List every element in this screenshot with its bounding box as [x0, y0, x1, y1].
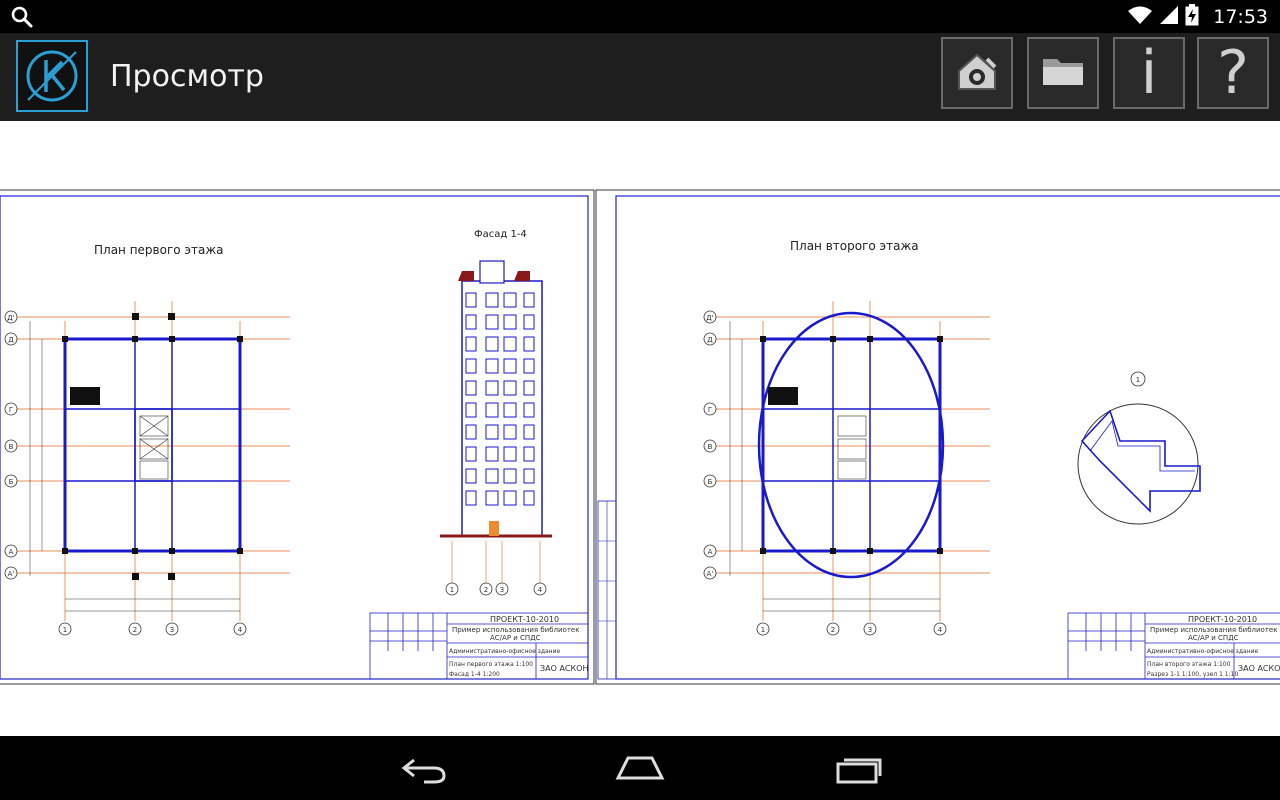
wifi-icon: [1127, 5, 1153, 29]
svg-text:Пример использования библиотек: Пример использования библиотек: [452, 626, 579, 634]
svg-text:Административно-офисное здание: Административно-офисное здание: [1147, 648, 1258, 655]
svg-text:2: 2: [831, 626, 835, 634]
svg-text:Пример использования библиотек: Пример использования библиотек: [1150, 626, 1277, 634]
svg-text:4: 4: [938, 626, 943, 634]
navigation-bar: [0, 736, 1280, 800]
svg-text:1: 1: [761, 626, 765, 634]
svg-text:Д: Д: [8, 336, 14, 344]
drawing-viewport[interactable]: План первого этажа 1 2 3 4 Д' Д Г В Б А …: [0, 121, 1280, 736]
svg-text:2: 2: [133, 626, 137, 634]
svg-text:Фасад 1-4 1:200: Фасад 1-4 1:200: [449, 671, 500, 678]
svg-text:ПРОЕКТ-10-2010: ПРОЕКТ-10-2010: [1188, 615, 1257, 624]
info-button[interactable]: i: [1113, 37, 1185, 109]
svg-text:3: 3: [170, 626, 174, 634]
signal-icon: [1159, 5, 1179, 29]
svg-text:ПРОЕКТ-10-2010: ПРОЕКТ-10-2010: [490, 615, 559, 624]
svg-text:Г: Г: [9, 406, 13, 414]
svg-text:1: 1: [450, 586, 454, 594]
svg-text:Г: Г: [708, 406, 712, 414]
plan-2-title: План второго этажа: [790, 239, 919, 253]
svg-text:3: 3: [500, 586, 504, 594]
svg-text:Д': Д': [706, 314, 713, 322]
svg-text:В: В: [708, 443, 713, 451]
svg-text:Д': Д': [7, 314, 14, 322]
svg-text:АС/АР и СПДС: АС/АР и СПДС: [1188, 634, 1239, 642]
svg-text:1: 1: [63, 626, 67, 634]
cad-drawing[interactable]: План первого этажа 1 2 3 4 Д'Д ГВ БА А' …: [0, 121, 1280, 736]
open-file-button[interactable]: [1027, 37, 1099, 109]
action-bar: Просмотр i ?: [0, 33, 1280, 121]
search-icon[interactable]: [10, 5, 34, 33]
svg-text:4: 4: [538, 586, 543, 594]
svg-text:А': А': [707, 570, 714, 578]
svg-text:Д: Д: [707, 336, 713, 344]
svg-text:Административно-офисное здание: Административно-офисное здание: [449, 648, 560, 655]
battery-charging-icon: [1185, 4, 1199, 30]
svg-text:Б: Б: [9, 478, 14, 486]
app-logo-icon[interactable]: [16, 40, 88, 112]
back-icon[interactable]: [400, 750, 448, 790]
svg-text:ЗАО АСКОН: ЗАО АСКОН: [540, 664, 589, 673]
plan-1-title: План первого этажа: [94, 243, 224, 257]
help-button[interactable]: ?: [1197, 37, 1269, 109]
svg-text:2: 2: [484, 586, 488, 594]
svg-text:АС/АР и СПДС: АС/АР и СПДС: [490, 634, 541, 642]
home-icon[interactable]: [614, 750, 666, 790]
folder-icon: [1037, 45, 1089, 101]
recent-apps-icon[interactable]: [832, 750, 884, 790]
svg-text:Б: Б: [708, 478, 713, 486]
viewer-settings-button[interactable]: [941, 37, 1013, 109]
viewer-settings-icon: [951, 45, 1003, 101]
status-time: 17:53: [1213, 6, 1268, 28]
svg-text:4: 4: [238, 626, 243, 634]
help-icon: ?: [1217, 38, 1249, 108]
svg-text:3: 3: [868, 626, 872, 634]
svg-text:1: 1: [1136, 376, 1140, 384]
screen-title: Просмотр: [110, 59, 264, 94]
svg-text:А: А: [9, 548, 14, 556]
facade-title: Фасад 1-4: [474, 229, 527, 240]
svg-text:Разрез 1-1 1:100, узел 1 1:10: Разрез 1-1 1:100, узел 1 1:10: [1147, 671, 1238, 678]
svg-text:А: А: [708, 548, 713, 556]
svg-text:ЗАО АСКОН: ЗАО АСКОН: [1238, 664, 1280, 673]
info-icon: i: [1140, 38, 1158, 108]
svg-text:План первого этажа 1:100: План первого этажа 1:100: [449, 661, 533, 668]
svg-text:А': А': [8, 570, 15, 578]
svg-text:План второго этажа 1:100: План второго этажа 1:100: [1147, 661, 1231, 668]
status-bar: 17:53: [0, 0, 1280, 33]
svg-text:В: В: [9, 443, 14, 451]
